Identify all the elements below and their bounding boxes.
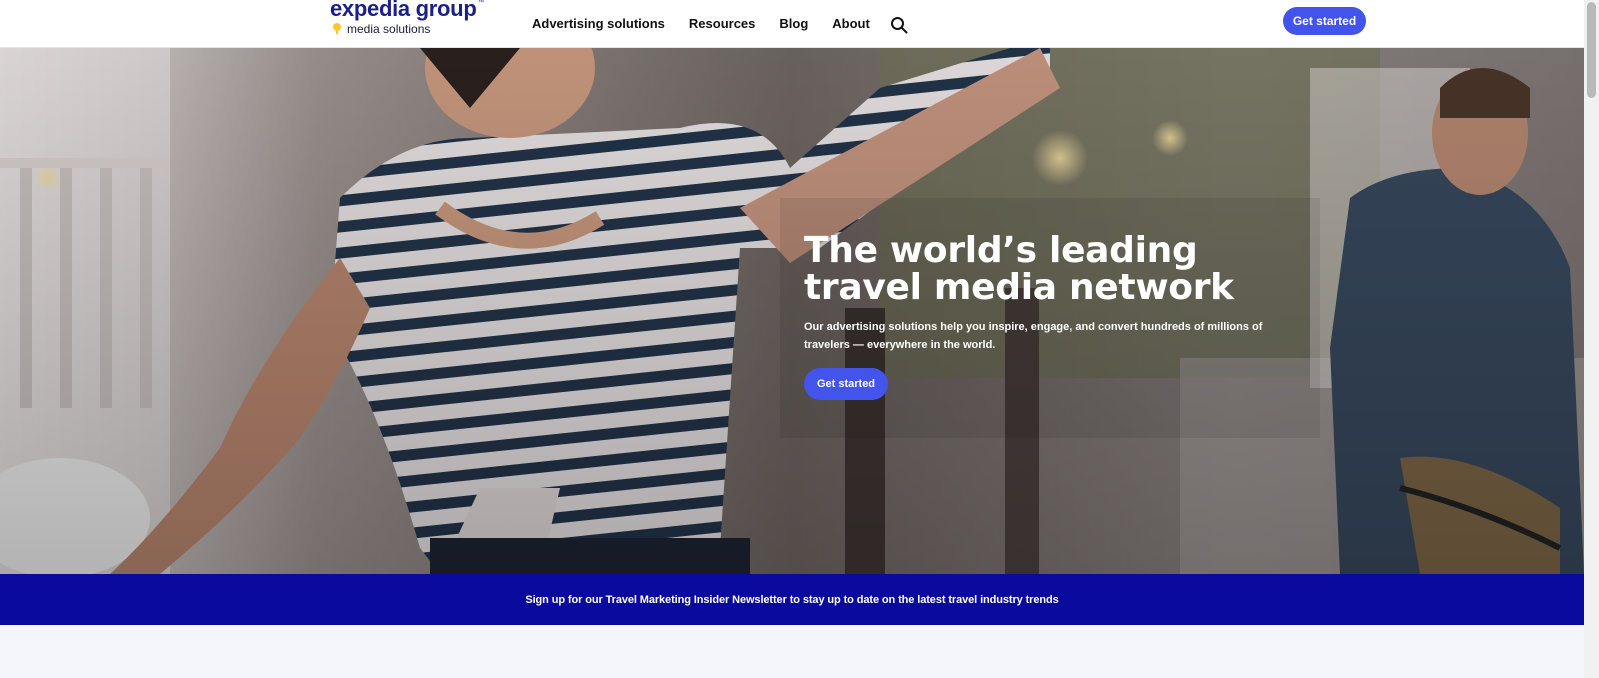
lightbulb-icon (333, 23, 341, 34)
hero-get-started-button[interactable]: Get started (804, 368, 888, 400)
main-nav: Advertising solutions Resources Blog Abo… (532, 13, 908, 34)
next-section (0, 625, 1584, 678)
logo-tagline: media solutions (347, 22, 431, 36)
logo-trademark: ™ (478, 0, 484, 6)
nav-item-blog[interactable]: Blog (779, 16, 808, 31)
nav-item-advertising-solutions[interactable]: Advertising solutions (532, 16, 665, 31)
hero-description: Our advertising solutions help you inspi… (804, 321, 1263, 351)
scrollbar-thumb[interactable] (1587, 2, 1596, 98)
newsletter-signup-link[interactable]: Sign up for our Travel Marketing Insider… (525, 594, 1058, 606)
header-get-started-button[interactable]: Get started (1283, 7, 1366, 35)
hero-section: The world’s leading travel media network… (0, 48, 1584, 574)
logo-wordmark: expedia group (330, 0, 477, 21)
hero-photo (0, 48, 1584, 574)
hero-content: The world’s leading travel media network… (804, 232, 1284, 400)
page-scrollbar[interactable] (1584, 0, 1599, 678)
newsletter-banner[interactable]: Sign up for our Travel Marketing Insider… (0, 574, 1584, 625)
hero-title: The world’s leading travel media network (804, 230, 1234, 308)
expedia-group-logo[interactable]: expedia group ™ media solutions (330, 0, 490, 36)
site-header: expedia group ™ media solutions Advertis… (0, 0, 1584, 48)
page: expedia group ™ media solutions Advertis… (0, 0, 1599, 678)
nav-item-resources[interactable]: Resources (689, 16, 755, 31)
search-icon[interactable] (890, 16, 908, 34)
nav-item-about[interactable]: About (832, 16, 870, 31)
